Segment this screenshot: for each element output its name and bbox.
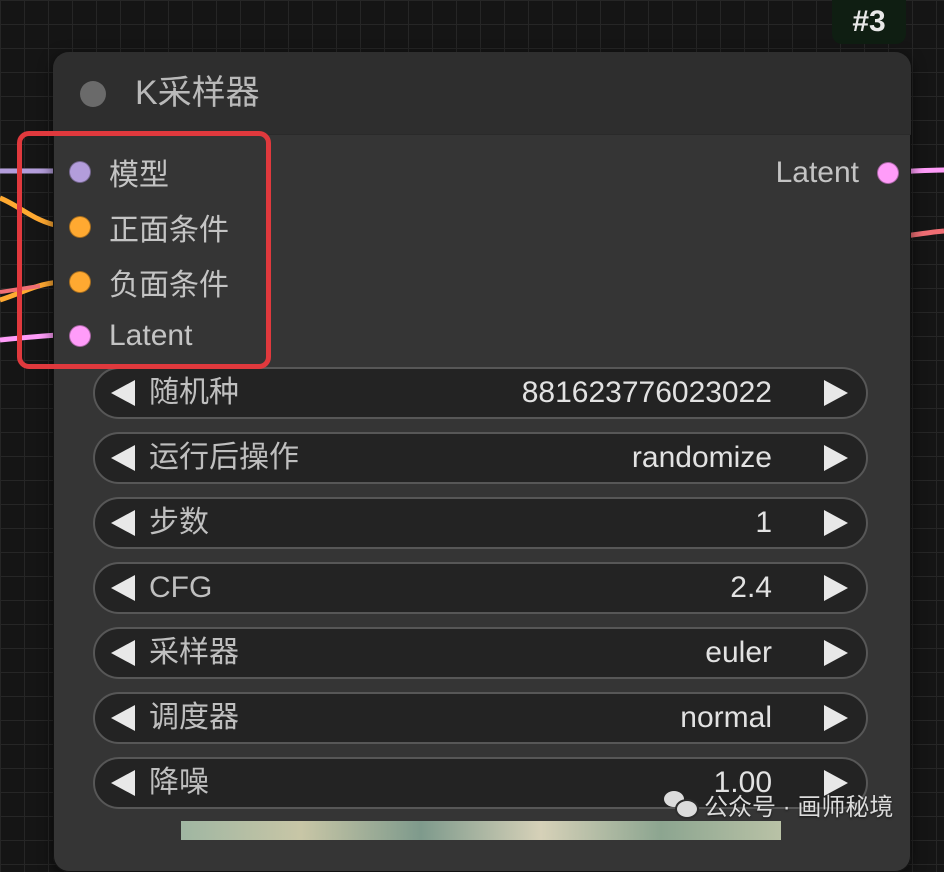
decrement-arrow-icon[interactable] [111, 445, 135, 471]
increment-arrow-icon[interactable] [824, 575, 848, 601]
output-slot-label: Latent [775, 156, 859, 189]
widget-label: 步数 [149, 506, 209, 539]
node-header[interactable]: K采样器 [53, 52, 911, 135]
decrement-arrow-icon[interactable] [111, 575, 135, 601]
increment-arrow-icon[interactable] [824, 705, 848, 731]
widget-value[interactable]: euler [705, 634, 772, 672]
input-highlight-box [17, 131, 271, 369]
decrement-arrow-icon[interactable] [111, 770, 135, 796]
widget-label: 运行后操作 [149, 441, 299, 474]
sampler-widget[interactable]: 采样器 euler [93, 627, 868, 679]
widget-label: 调度器 [149, 701, 239, 734]
widget-label: CFG [149, 571, 213, 604]
wechat-icon [664, 791, 699, 819]
output-slot-latent[interactable]: Latent [776, 153, 899, 193]
decrement-arrow-icon[interactable] [111, 705, 135, 731]
decrement-arrow-icon[interactable] [111, 380, 135, 406]
preview-image [181, 821, 781, 840]
increment-arrow-icon[interactable] [824, 445, 848, 471]
scheduler-widget[interactable]: 调度器 normal [93, 692, 868, 744]
collapse-dot-icon[interactable] [80, 81, 106, 107]
widget-value[interactable]: 1 [755, 504, 772, 542]
node-title: K采样器 [135, 74, 260, 112]
widget-value[interactable]: 881623776023022 [522, 374, 772, 412]
decrement-arrow-icon[interactable] [111, 510, 135, 536]
decrement-arrow-icon[interactable] [111, 640, 135, 666]
widget-label: 采样器 [149, 636, 239, 669]
watermark-text: 公众号 · 画师秘境 [704, 793, 894, 821]
increment-arrow-icon[interactable] [824, 510, 848, 536]
watermark: 公众号 · 画师秘境 [664, 786, 893, 822]
node-id-badge: #3 [832, 0, 906, 44]
widget-value[interactable]: randomize [632, 439, 772, 477]
increment-arrow-icon[interactable] [824, 380, 848, 406]
widget-value[interactable]: normal [680, 699, 772, 737]
increment-arrow-icon[interactable] [824, 640, 848, 666]
control-after-generate-widget[interactable]: 运行后操作 randomize [93, 432, 868, 484]
widget-label: 随机种 [149, 376, 239, 409]
seed-widget[interactable]: 随机种 881623776023022 [93, 367, 868, 419]
cfg-widget[interactable]: CFG 2.4 [93, 562, 868, 614]
widget-label: 降噪 [149, 766, 209, 799]
steps-widget[interactable]: 步数 1 [93, 497, 868, 549]
latent-output-dot-icon[interactable] [877, 162, 899, 184]
widget-value[interactable]: 2.4 [730, 569, 772, 607]
